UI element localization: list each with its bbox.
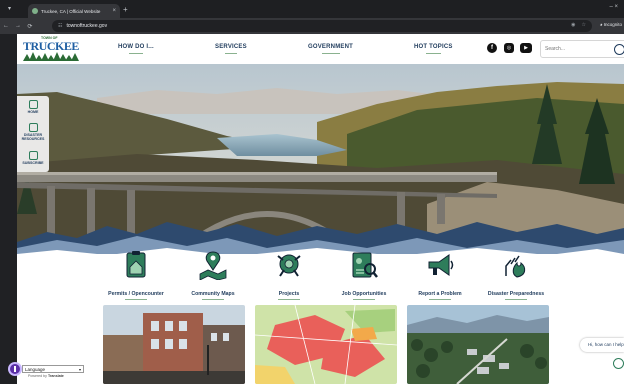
quick-link-job-opportunities[interactable]: Job Opportunities <box>322 250 406 300</box>
side-tool-disaster-resources[interactable]: DISASTER RESOURCES <box>17 123 49 141</box>
browser-toolbar: ← → ⟳ ☷ townoftruckee.gov ◉ ☆ ◕ Incognito <box>0 18 624 34</box>
back-icon[interactable]: ← <box>0 23 12 29</box>
chevron-down-icon: ▾ <box>78 367 81 372</box>
tab-close-icon[interactable]: × <box>112 8 116 14</box>
nav-services[interactable]: SERVICES <box>215 44 247 54</box>
chat-prompt[interactable]: Hi, how can I help? <box>580 338 624 352</box>
logo-trees-icon <box>23 52 79 61</box>
youtube-icon[interactable]: ▶ <box>520 43 532 53</box>
quick-link-disaster-label: Disaster Preparedness <box>487 291 545 297</box>
quick-link-maps-label: Community Maps <box>191 291 235 297</box>
feature-card-downtown[interactable] <box>103 305 245 384</box>
hero-image <box>17 64 624 254</box>
quick-link-underline <box>353 299 375 300</box>
aerial-photo <box>407 305 549 384</box>
web-page: TOWN OF TRUCKEE HOW DO I... SERVICES GOV… <box>17 34 624 384</box>
language-select-value: Language <box>25 367 46 372</box>
side-tool-disaster-label: DISASTER RESOURCES <box>21 133 45 141</box>
quick-link-permits-label: Permits / Opencounter <box>108 291 164 297</box>
truckee-logo[interactable]: TOWN OF TRUCKEE <box>21 36 79 63</box>
quick-link-disaster-preparedness[interactable]: Disaster Preparedness <box>474 250 558 300</box>
nav-government[interactable]: GOVERNMENT <box>308 44 353 54</box>
translate-widget: Language ▾ Powered by Translate <box>8 362 88 378</box>
quick-link-community-maps[interactable]: Community Maps <box>171 250 255 300</box>
tab-search-icon[interactable]: ▾ <box>8 5 18 13</box>
feature-card-map[interactable] <box>255 305 397 384</box>
quick-link-underline <box>505 299 527 300</box>
search-icon[interactable] <box>614 44 624 55</box>
translate-provider[interactable]: Translate <box>48 374 64 378</box>
favicon-icon <box>32 8 38 14</box>
quick-link-underline <box>278 299 300 300</box>
facebook-icon[interactable]: f <box>487 43 497 53</box>
eye-off-icon[interactable]: ◉ <box>571 22 575 28</box>
downtown-photo <box>103 305 245 384</box>
hero-landscape <box>17 64 624 254</box>
site-info-icon[interactable]: ☷ <box>58 23 62 29</box>
fire-icon <box>505 255 526 278</box>
tab-title: Truckee, CA | Official Website <box>41 8 101 14</box>
quick-link-projects-label: Projects <box>278 291 300 297</box>
quick-link-underline <box>429 299 451 300</box>
bookmark-star-icon[interactable]: ☆ <box>582 22 586 28</box>
new-tab-button[interactable]: + <box>123 5 128 15</box>
quick-link-permits[interactable]: Permits / Opencounter <box>94 250 178 300</box>
jobs-icon <box>352 252 378 278</box>
address-bar[interactable]: ☷ townoftruckee.gov ◉ ☆ <box>52 20 592 32</box>
side-toolbar: HOME DISASTER RESOURCES SUBSCRIBE <box>17 96 49 172</box>
url-text[interactable]: townoftruckee.gov <box>66 23 107 29</box>
site-header: TOWN OF TRUCKEE HOW DO I... SERVICES GOV… <box>17 34 624 64</box>
nav-how-do-i[interactable]: HOW DO I... <box>118 44 154 54</box>
permits-icon <box>126 251 146 278</box>
accessibility-icon[interactable] <box>8 362 22 376</box>
tab-strip: ▾ Truckee, CA | Official Website × + – × <box>0 0 624 18</box>
quick-links: Permits / Opencounter Community Maps Pro… <box>17 246 624 306</box>
incognito-badge[interactable]: ◕ Incognito <box>600 22 622 27</box>
incognito-label: Incognito <box>603 22 622 27</box>
browser-tab[interactable]: Truckee, CA | Official Website × <box>28 4 120 18</box>
side-tool-home[interactable]: HOME <box>17 100 49 114</box>
quick-link-report-problem[interactable]: Report a Problem <box>398 250 482 300</box>
browser-window: ▾ Truckee, CA | Official Website × + – ×… <box>0 0 624 384</box>
zoning-map-image <box>255 305 397 384</box>
projects-icon <box>277 254 301 277</box>
side-tool-subscribe[interactable]: SUBSCRIBE <box>17 151 49 165</box>
site-search[interactable] <box>540 40 624 58</box>
subscribe-icon <box>28 151 38 160</box>
window-controls[interactable]: – × <box>609 4 618 10</box>
home-icon <box>28 100 38 109</box>
quick-link-projects[interactable]: Projects <box>247 250 331 300</box>
map-pin-icon <box>199 251 227 281</box>
side-tool-subscribe-label: SUBSCRIBE <box>22 161 44 165</box>
side-tool-home-label: HOME <box>27 110 39 114</box>
feature-card-aerial[interactable] <box>407 305 549 384</box>
reload-icon[interactable]: ⟳ <box>24 23 36 30</box>
chat-bot-icon[interactable] <box>613 358 624 369</box>
search-input[interactable] <box>545 44 611 54</box>
powered-by-translate: Powered by Translate <box>28 374 64 378</box>
nav-hot-topics[interactable]: HOT TOPICS <box>414 44 453 54</box>
quick-link-report-label: Report a Problem <box>418 291 462 297</box>
quick-link-jobs-label: Job Opportunities <box>341 291 387 297</box>
powered-by-text: Powered by <box>28 374 47 378</box>
quick-link-underline <box>125 299 147 300</box>
language-select[interactable]: Language ▾ <box>22 365 84 373</box>
instagram-icon[interactable]: ◎ <box>504 43 514 53</box>
megaphone-icon <box>428 254 454 276</box>
disaster-icon <box>28 123 38 132</box>
forward-icon[interactable]: → <box>12 23 24 29</box>
quick-link-underline <box>202 299 224 300</box>
